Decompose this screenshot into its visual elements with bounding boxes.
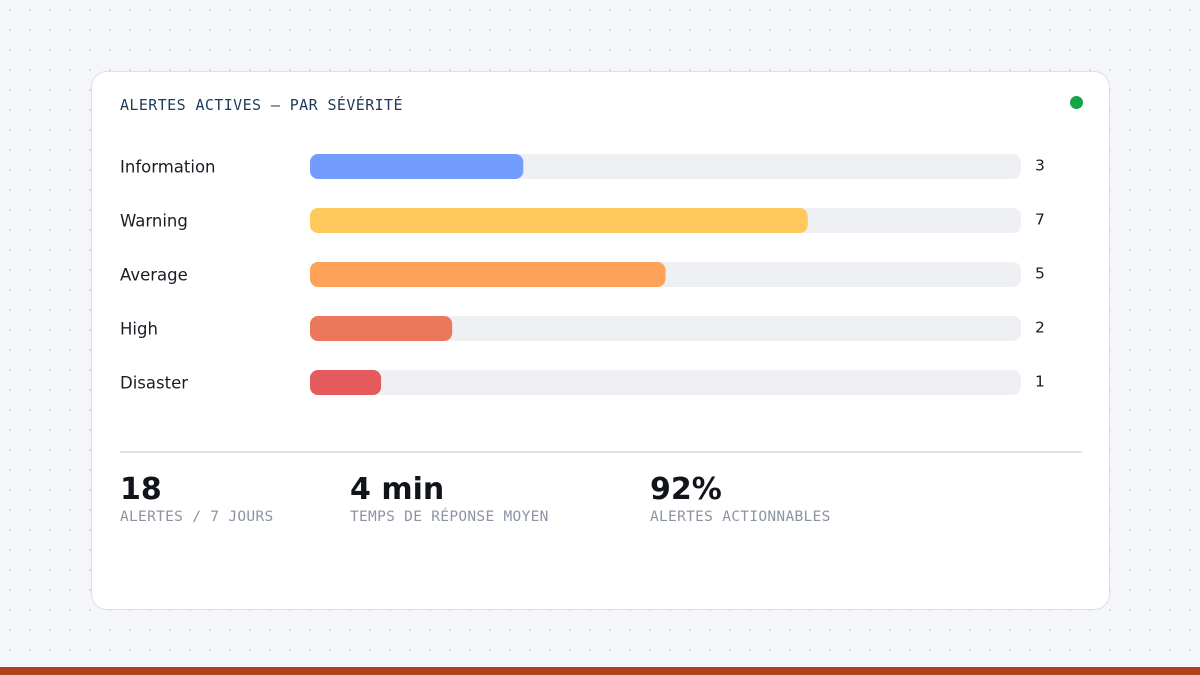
value-label: 2 <box>1035 319 1045 337</box>
value-label: 5 <box>1035 265 1045 283</box>
accent-bar <box>0 667 1200 675</box>
bar-disaster <box>310 370 382 395</box>
bar-information <box>310 154 524 179</box>
stat-actionable: 92% ALERTES ACTIONNABLES <box>650 472 831 525</box>
category-label: High <box>120 320 158 339</box>
stat-alerts-week: 18 ALERTES / 7 JOURS <box>120 472 274 525</box>
bar-track <box>310 370 1021 395</box>
stat-label: TEMPS DE RÉPONSE MOYEN <box>350 509 549 525</box>
stat-value: 18 <box>120 472 162 507</box>
category-label: Warning <box>120 212 188 231</box>
stat-label: ALERTES / 7 JOURS <box>120 509 274 525</box>
stat-label: ALERTES ACTIONNABLES <box>650 509 831 525</box>
bar-high <box>310 316 453 341</box>
alerts-card: ALERTES ACTIVES — PAR SÉVÉRITÉ Informati… <box>91 71 1110 610</box>
category-label: Average <box>120 266 188 285</box>
bar-average <box>310 262 666 287</box>
bar-warning <box>310 208 808 233</box>
category-label: Information <box>120 158 216 177</box>
divider <box>120 451 1082 453</box>
value-label: 3 <box>1035 157 1045 175</box>
stat-value: 4 min <box>350 472 445 507</box>
category-label: Disaster <box>120 374 188 393</box>
stat-value: 92% <box>650 472 722 507</box>
stat-response-time: 4 min TEMPS DE RÉPONSE MOYEN <box>350 472 549 525</box>
value-label: 1 <box>1035 373 1045 391</box>
severity-bar-chart: Information 3 Warning 7 Average 5 High 2 Disaste… <box>120 154 1045 395</box>
value-label: 7 <box>1035 211 1045 229</box>
